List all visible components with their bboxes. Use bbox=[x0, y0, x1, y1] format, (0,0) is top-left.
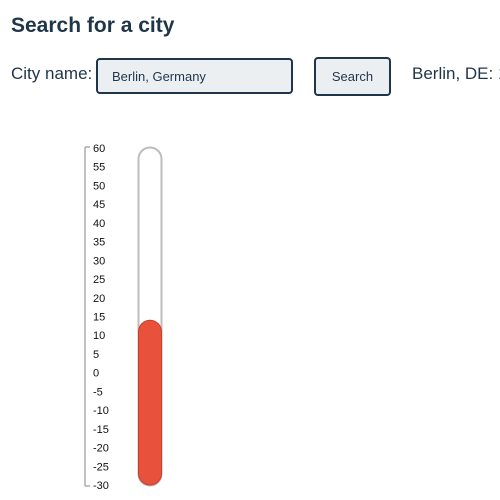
tick-label: 15 bbox=[93, 312, 105, 324]
tick-label: -15 bbox=[93, 424, 109, 436]
tick-label: 10 bbox=[93, 330, 105, 342]
tick-label: 25 bbox=[93, 274, 105, 286]
tick-label: -30 bbox=[93, 480, 109, 492]
thermometer-mercury bbox=[138, 319, 162, 486]
tick-label: 30 bbox=[93, 255, 105, 267]
tick-label: 50 bbox=[93, 180, 105, 192]
weather-result-text: Berlin, DE: 1 bbox=[412, 64, 500, 83]
tick-label: 20 bbox=[93, 293, 105, 305]
tick-label: 40 bbox=[93, 218, 105, 230]
tick-label: 45 bbox=[93, 199, 105, 211]
tick-label: 0 bbox=[93, 368, 99, 380]
tick-label: -5 bbox=[93, 386, 103, 398]
tick-label: 55 bbox=[93, 162, 105, 174]
tick-label: 60 bbox=[93, 143, 105, 155]
city-name-label: City name: bbox=[11, 64, 93, 83]
search-button[interactable]: Search bbox=[314, 57, 391, 96]
scale-tick-labels: 605550454035302520151050-5-10-15-20-25-3… bbox=[93, 143, 109, 492]
city-name-input[interactable] bbox=[96, 58, 293, 94]
tick-label: -25 bbox=[93, 461, 109, 473]
page-title: Search for a city bbox=[11, 14, 175, 37]
thermometer-tube bbox=[137, 146, 163, 487]
tick-label: -10 bbox=[93, 405, 109, 417]
tick-label: -20 bbox=[93, 443, 109, 455]
tick-label: 5 bbox=[93, 349, 99, 361]
tick-label: 35 bbox=[93, 237, 105, 249]
